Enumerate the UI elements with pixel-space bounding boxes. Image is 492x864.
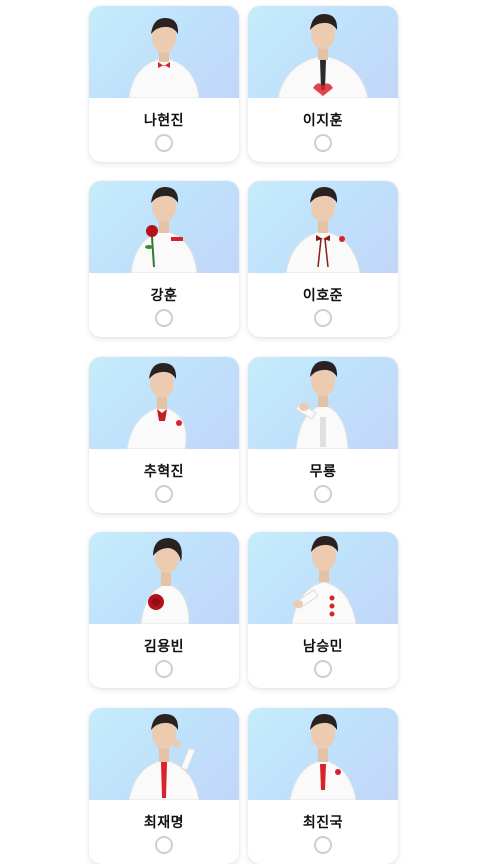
candidate-name: 나현진 — [143, 113, 185, 129]
person-illustration — [130, 187, 198, 273]
vote-radio[interactable] — [314, 309, 332, 327]
person-illustration — [126, 363, 187, 449]
person-illustration — [277, 14, 369, 98]
candidate-photo — [89, 6, 239, 98]
candidate-name: 남승민 — [302, 639, 344, 655]
candidate-photo — [89, 708, 239, 800]
candidate-card[interactable]: 강훈 — [89, 181, 239, 337]
person-illustration — [140, 538, 190, 624]
candidate-photo — [248, 357, 398, 449]
candidate-name: 최진국 — [302, 815, 344, 831]
vote-radio[interactable] — [155, 485, 173, 503]
candidate-grid: 나현진 이지훈 강훈 이호준 추혁진 무룡 김용빈 남승민 최재명 최진국 — [0, 0, 492, 864]
person-illustration — [285, 187, 361, 273]
candidate-name: 김용빈 — [143, 639, 185, 655]
candidate-photo — [248, 532, 398, 624]
candidate-card[interactable]: 이호준 — [248, 181, 398, 337]
vote-radio[interactable] — [314, 836, 332, 854]
vote-radio[interactable] — [155, 836, 173, 854]
vote-radio[interactable] — [155, 134, 173, 152]
vote-radio[interactable] — [155, 309, 173, 327]
candidate-name: 이호준 — [302, 288, 344, 304]
vote-radio[interactable] — [314, 485, 332, 503]
vote-radio[interactable] — [155, 660, 173, 678]
candidate-photo — [248, 181, 398, 273]
vote-radio[interactable] — [314, 134, 332, 152]
candidate-card[interactable]: 나현진 — [89, 6, 239, 162]
candidate-photo — [248, 6, 398, 98]
candidate-photo — [248, 708, 398, 800]
person-illustration — [289, 714, 357, 800]
person-illustration — [295, 361, 349, 449]
candidate-name: 강훈 — [150, 288, 178, 304]
candidate-card[interactable]: 최재명 — [89, 708, 239, 864]
candidate-card[interactable]: 무룡 — [248, 357, 398, 513]
vote-radio[interactable] — [314, 660, 332, 678]
candidate-card[interactable]: 추혁진 — [89, 357, 239, 513]
candidate-card[interactable]: 최진국 — [248, 708, 398, 864]
candidate-card[interactable]: 김용빈 — [89, 532, 239, 688]
candidate-name: 최재명 — [143, 815, 185, 831]
candidate-name: 무룡 — [309, 464, 337, 480]
candidate-name: 추혁진 — [143, 464, 185, 480]
candidate-photo — [89, 357, 239, 449]
candidate-card[interactable]: 이지훈 — [248, 6, 398, 162]
candidate-card[interactable]: 남승민 — [248, 532, 398, 688]
candidate-photo — [89, 181, 239, 273]
person-illustration — [128, 714, 200, 800]
candidate-photo — [89, 532, 239, 624]
candidate-name: 이지훈 — [302, 113, 344, 129]
person-illustration — [291, 536, 357, 624]
person-illustration — [128, 18, 200, 98]
